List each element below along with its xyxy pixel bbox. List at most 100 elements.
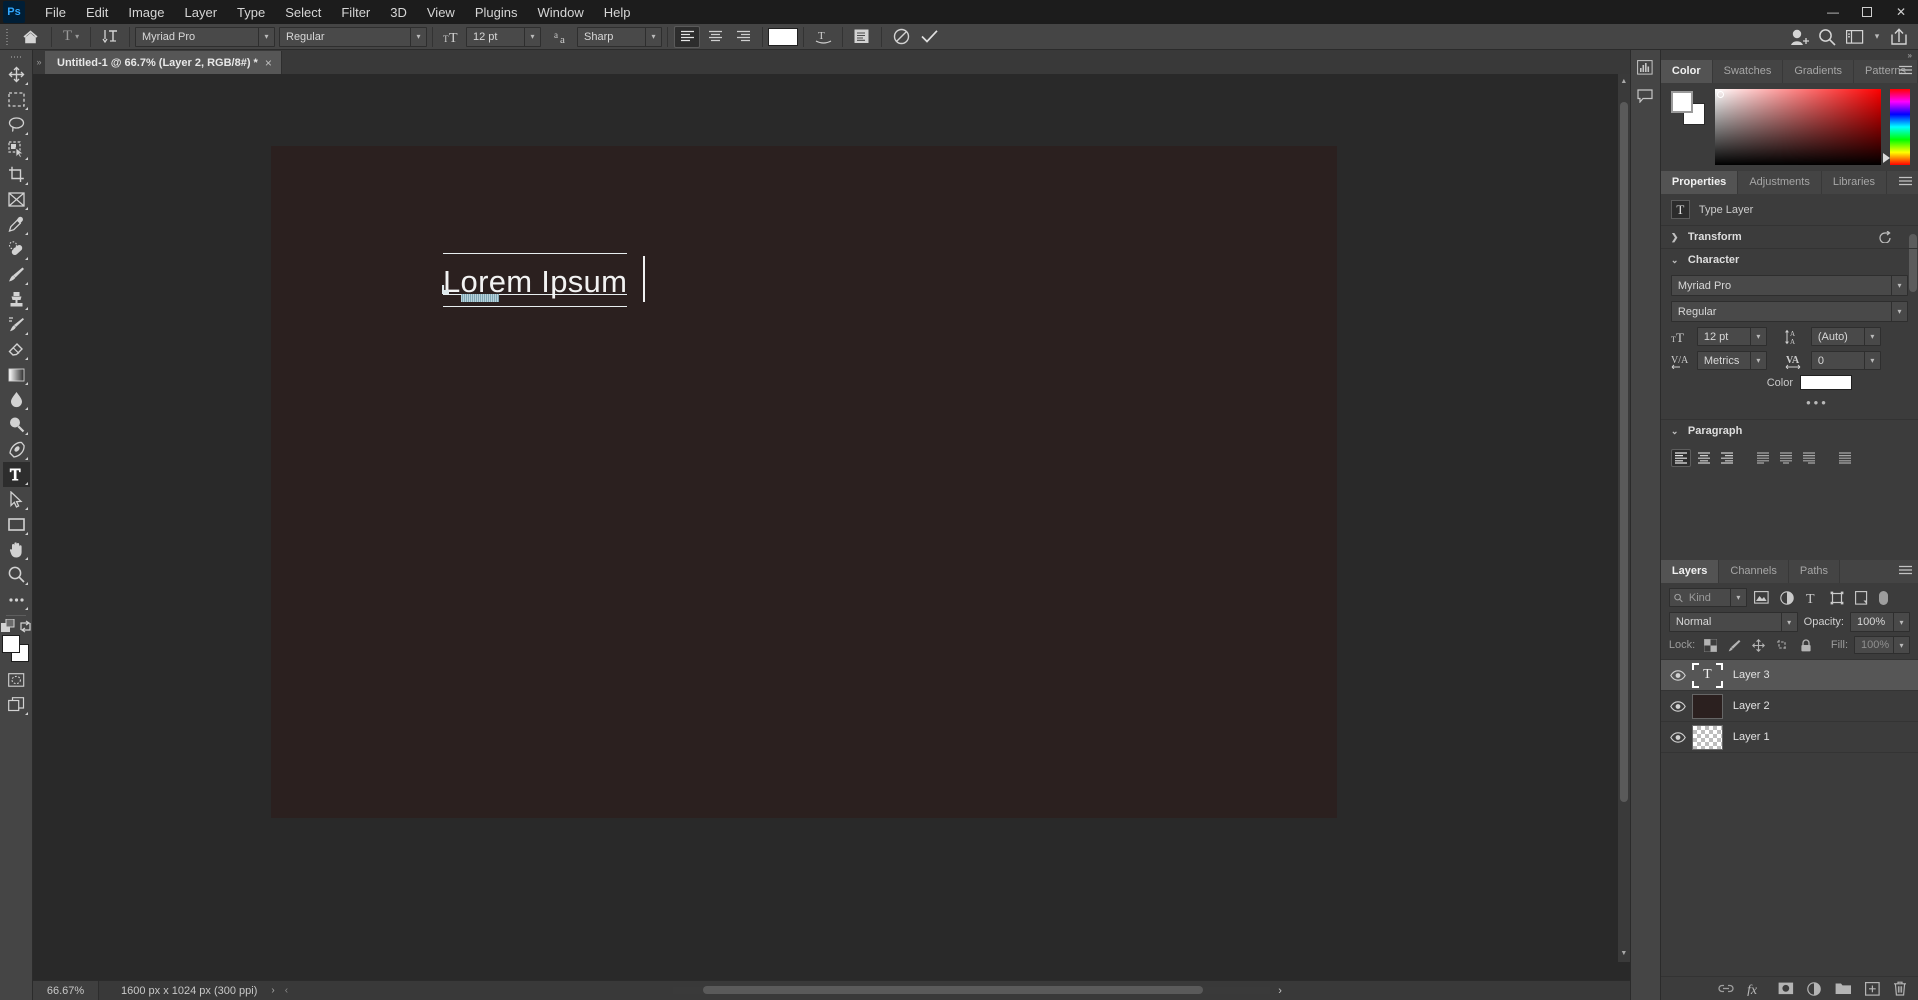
font-style-combo[interactable]: Regular ▾ <box>279 26 427 47</box>
crop-tool[interactable] <box>3 162 30 187</box>
text-layer-object[interactable]: Lorem Ipsum <box>442 253 645 307</box>
commit-edits-button[interactable] <box>916 26 942 48</box>
scroll-right-icon[interactable]: › <box>1278 985 1282 997</box>
history-brush-tool[interactable] <box>3 312 30 337</box>
eraser-tool[interactable] <box>3 337 30 362</box>
canvas-vertical-scrollbar[interactable]: ▲ ▼ <box>1617 74 1630 962</box>
text-color-swatch[interactable] <box>768 27 798 46</box>
cancel-edits-button[interactable] <box>888 26 914 48</box>
scroll-left-icon[interactable]: ‹ <box>285 985 288 996</box>
home-button[interactable] <box>15 26 45 48</box>
filter-smart-object-icon[interactable] <box>1852 588 1872 607</box>
paragraph-align-left-button[interactable] <box>1670 449 1691 467</box>
tab-properties[interactable]: Properties <box>1660 171 1739 194</box>
move-tool[interactable] <box>3 62 30 87</box>
menu-item-image[interactable]: Image <box>118 2 174 23</box>
chevron-down-icon[interactable]: ▾ <box>1780 613 1797 631</box>
tab-color[interactable]: Color <box>1660 60 1713 83</box>
filter-pixel-icon[interactable] <box>1752 588 1772 607</box>
pen-tool[interactable] <box>3 437 30 462</box>
eyedropper-tool[interactable] <box>3 212 30 237</box>
table-row[interactable]: T Layer 3 <box>1660 660 1918 691</box>
filter-enable-toggle[interactable] <box>1877 588 1890 607</box>
rectangle-tool[interactable] <box>3 512 30 537</box>
artboard[interactable]: Lorem Ipsum <box>271 146 1337 818</box>
fill-combo[interactable]: 100% ▾ <box>1854 636 1910 654</box>
histogram-icon[interactable] <box>1632 54 1658 80</box>
hue-slider[interactable] <box>1883 89 1910 165</box>
color-swatches[interactable] <box>2 635 30 663</box>
font-family-combo[interactable]: Myriad Pro ▾ <box>135 26 275 47</box>
chevron-down-icon[interactable]: ▾ <box>1870 26 1884 48</box>
align-left-button[interactable] <box>674 25 700 48</box>
toolbar-grip[interactable] <box>0 52 32 62</box>
tab-layers[interactable]: Layers <box>1660 560 1720 583</box>
filter-adjustment-icon[interactable] <box>1777 588 1797 607</box>
chevron-down-icon[interactable]: ▾ <box>258 27 274 46</box>
canvas-horizontal-scrollbar[interactable] <box>673 985 1270 995</box>
swap-colors-icon[interactable] <box>19 620 32 633</box>
chevron-down-icon[interactable]: ▾ <box>1891 302 1907 321</box>
panel-menu-icon[interactable] <box>1899 565 1912 575</box>
filter-type-icon[interactable]: T <box>1802 588 1822 607</box>
layer-visibility-toggle[interactable] <box>1665 722 1691 753</box>
toggle-character-paragraph-panels-icon[interactable] <box>849 26 875 48</box>
color-picker-marker[interactable] <box>1716 91 1724 98</box>
character-font-size-combo[interactable]: 12 pt ▾ <box>1696 327 1767 346</box>
paragraph-justify-all-button[interactable] <box>1835 449 1855 467</box>
chevron-down-icon[interactable]: ▾ <box>1729 589 1746 606</box>
paragraph-justify-last-center-button[interactable] <box>1776 449 1796 467</box>
options-bar-grip[interactable] <box>0 24 14 50</box>
add-layer-mask-icon[interactable] <box>1778 982 1794 995</box>
foreground-color-swatch[interactable] <box>1670 91 1693 113</box>
layer-thumbnail[interactable] <box>1691 724 1724 750</box>
paragraph-align-right-button[interactable] <box>1717 449 1737 467</box>
comments-icon[interactable] <box>1632 83 1658 109</box>
layer-filter-kind-combo[interactable]: Kind ▾ <box>1668 588 1747 607</box>
color-picker-field[interactable] <box>1714 89 1881 165</box>
chevron-down-icon[interactable]: ▾ <box>1863 328 1880 345</box>
foreground-color-swatch[interactable] <box>2 635 20 653</box>
toggle-text-orientation-icon[interactable] <box>97 26 123 48</box>
chevron-down-icon[interactable]: ⌄ <box>1671 426 1680 437</box>
menu-item-3d[interactable]: 3D <box>380 2 417 23</box>
frame-tool[interactable] <box>3 187 30 212</box>
align-right-button[interactable] <box>730 26 756 48</box>
blur-tool[interactable] <box>3 387 30 412</box>
chevron-down-icon[interactable]: ▾ <box>1891 276 1907 295</box>
character-kerning-combo[interactable]: Metrics ▾ <box>1696 351 1767 370</box>
warp-text-icon[interactable]: T <box>810 26 836 48</box>
layer-name[interactable]: Layer 3 <box>1733 669 1770 681</box>
menu-item-help[interactable]: Help <box>594 2 641 23</box>
delete-layer-icon[interactable] <box>1893 981 1907 996</box>
chevron-down-icon[interactable]: ▾ <box>1893 613 1909 631</box>
zoom-level-field[interactable]: 66.67% <box>33 980 99 1000</box>
dock-collapse-button[interactable]: » <box>1660 50 1918 60</box>
scrollbar-thumb[interactable] <box>1619 102 1628 802</box>
chevron-down-icon[interactable]: ▾ <box>1749 328 1766 345</box>
layer-visibility-toggle[interactable] <box>1665 660 1691 691</box>
layer-name[interactable]: Layer 2 <box>1733 700 1770 712</box>
color-panel-swatches[interactable] <box>1669 91 1711 127</box>
edit-toolbar-tool[interactable] <box>3 587 30 612</box>
opacity-combo[interactable]: 100% ▾ <box>1850 612 1910 632</box>
character-more-options-button[interactable]: ••• <box>1671 390 1908 413</box>
horizontal-type-tool[interactable]: T <box>2 462 30 487</box>
paragraph-justify-last-right-button[interactable] <box>1799 449 1819 467</box>
add-user-icon[interactable] <box>1786 26 1812 48</box>
share-icon[interactable] <box>1886 26 1912 48</box>
character-leading-combo[interactable]: (Auto) ▾ <box>1810 327 1881 346</box>
path-selection-tool[interactable] <box>3 487 30 512</box>
chevron-down-icon[interactable]: ▾ <box>1893 637 1909 653</box>
section-transform[interactable]: ❯ Transform <box>1660 225 1918 248</box>
chevron-down-icon[interactable]: ▾ <box>410 27 426 46</box>
font-size-combo[interactable]: 12 pt ▾ <box>466 26 541 47</box>
close-button[interactable]: ✕ <box>1884 0 1918 24</box>
panel-menu-icon[interactable] <box>1899 176 1912 186</box>
brush-tool[interactable] <box>3 262 30 287</box>
spot-healing-brush-tool[interactable] <box>3 237 30 262</box>
paragraph-align-center-button[interactable] <box>1694 449 1714 467</box>
layer-style-fx-icon[interactable]: fx <box>1747 982 1765 996</box>
align-center-button[interactable] <box>702 26 728 48</box>
workspace-switcher-icon[interactable] <box>1842 26 1868 48</box>
